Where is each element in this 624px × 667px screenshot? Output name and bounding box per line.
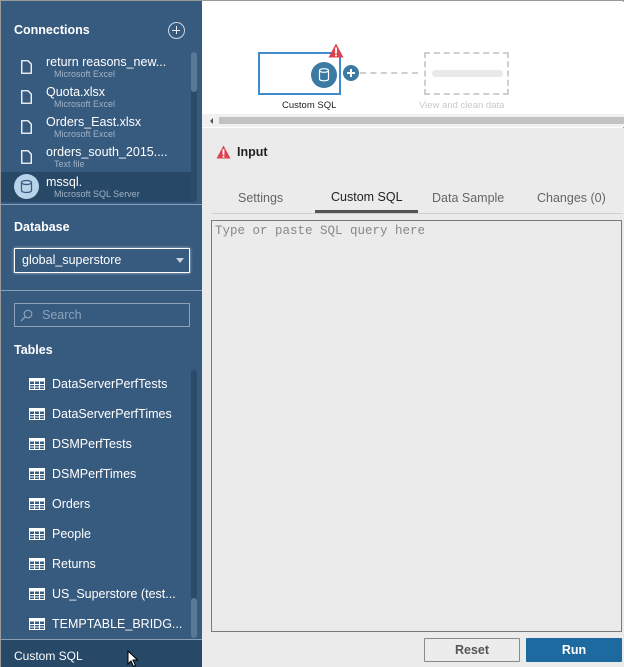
connection-name: return reasons_new...	[46, 55, 167, 69]
mouse-cursor-icon	[127, 650, 139, 667]
table-icon	[29, 408, 45, 420]
table-name: Orders	[52, 497, 91, 511]
placeholder-step-label: View and clean data	[419, 100, 505, 111]
placeholder-step	[424, 52, 509, 95]
node-connector	[360, 72, 418, 74]
divider	[1, 290, 202, 291]
flow-canvas[interactable]: Custom SQL View and clean data	[202, 2, 624, 115]
connection-type: Microsoft Excel	[54, 69, 116, 79]
table-item[interactable]: DataServerPerfTests	[1, 370, 191, 398]
sidebar: Connections return reasons_new... Micros…	[1, 1, 202, 667]
connection-item[interactable]: Orders_East.xlsx Microsoft Excel	[1, 112, 194, 142]
table-item[interactable]: Returns	[1, 550, 191, 578]
warning-icon	[328, 43, 344, 58]
custom-sql-item[interactable]: Custom SQL	[1, 639, 202, 667]
chevron-down-icon	[176, 258, 184, 263]
connection-item-selected[interactable]: mssql. Microsoft SQL Server	[1, 172, 194, 202]
flow-scrollbar-thumb[interactable]	[219, 117, 624, 124]
add-step-button[interactable]	[343, 65, 359, 81]
table-icon	[29, 438, 45, 450]
table-icon	[29, 618, 45, 630]
reset-button[interactable]: Reset	[424, 638, 520, 662]
tables-list: DataServerPerfTests DataServerPerfTimes …	[1, 370, 191, 638]
connection-name: mssql.	[46, 175, 83, 189]
table-name: Returns	[52, 557, 96, 571]
file-icon	[21, 60, 32, 74]
table-item[interactable]: US_Superstore (test...	[1, 580, 191, 608]
table-item[interactable]: DSMPerfTests	[1, 430, 191, 458]
database-select-value: global_superstore	[22, 253, 122, 267]
table-icon	[29, 468, 45, 480]
table-name: TEMPTABLE_BRIDG...	[52, 617, 183, 631]
table-icon	[29, 528, 45, 540]
file-icon	[21, 90, 32, 104]
tables-scrollbar-thumb[interactable]	[191, 598, 197, 638]
table-name: US_Superstore (test...	[52, 587, 176, 601]
table-name: DSMPerfTimes	[52, 467, 137, 481]
table-name: People	[52, 527, 91, 541]
table-name: DataServerPerfTimes	[52, 407, 172, 421]
table-item[interactable]: Orders	[1, 490, 191, 518]
database-select[interactable]: global_superstore	[14, 248, 190, 273]
panel-tabs: Settings Custom SQL Data Sample Changes …	[212, 184, 623, 214]
table-icon	[29, 498, 45, 510]
divider	[1, 204, 202, 205]
run-button[interactable]: Run	[526, 638, 622, 662]
connection-type: Microsoft Excel	[54, 129, 116, 139]
table-item[interactable]: TEMPTABLE_BRIDG...	[1, 610, 191, 638]
panel-title: Input	[237, 145, 268, 159]
node-label: Custom SQL	[282, 100, 337, 111]
search-icon	[20, 309, 33, 322]
connection-item[interactable]: orders_south_2015.... Text file	[1, 142, 194, 172]
connection-name: Quota.xlsx	[46, 85, 106, 99]
app-window: Connections return reasons_new... Micros…	[0, 0, 624, 667]
connections-heading: Connections	[14, 23, 90, 37]
table-name: DSMPerfTests	[52, 437, 132, 451]
database-heading: Database	[14, 220, 70, 234]
connection-type: Microsoft Excel	[54, 99, 116, 109]
database-icon	[311, 62, 337, 88]
flow-horizontal-scrollbar[interactable]	[202, 114, 624, 127]
scroll-left-icon[interactable]	[210, 118, 213, 124]
table-search[interactable]	[14, 303, 190, 327]
search-input[interactable]	[42, 307, 182, 323]
tables-heading: Tables	[14, 343, 53, 357]
tab-data-sample[interactable]: Data Sample	[432, 191, 504, 205]
table-icon	[29, 588, 45, 600]
custom-sql-label: Custom SQL	[14, 649, 83, 663]
file-icon	[21, 150, 32, 164]
placeholder-bar	[432, 70, 503, 77]
tab-settings[interactable]: Settings	[238, 191, 283, 205]
database-icon	[14, 174, 39, 199]
connection-item[interactable]: Quota.xlsx Microsoft Excel	[1, 82, 194, 112]
connection-type: Microsoft SQL Server	[54, 189, 140, 199]
table-item[interactable]: DataServerPerfTimes	[1, 400, 191, 428]
connections-scrollbar-thumb[interactable]	[191, 52, 197, 92]
table-item[interactable]: DSMPerfTimes	[1, 460, 191, 488]
sql-query-editor[interactable]	[211, 220, 622, 632]
table-name: DataServerPerfTests	[52, 377, 168, 391]
table-item[interactable]: People	[1, 520, 191, 548]
connections-list: return reasons_new... Microsoft Excel Qu…	[1, 52, 194, 202]
file-icon	[21, 120, 32, 134]
table-icon	[29, 558, 45, 570]
connection-type: Text file	[54, 159, 85, 169]
table-icon	[29, 378, 45, 390]
active-tab-indicator	[315, 210, 418, 213]
connection-name: orders_south_2015....	[46, 145, 168, 159]
tab-custom-sql[interactable]: Custom SQL	[331, 190, 403, 204]
input-panel: Input Settings Custom SQL Data Sample Ch…	[202, 128, 624, 667]
connection-name: Orders_East.xlsx	[46, 115, 142, 129]
add-connection-button[interactable]	[168, 22, 185, 39]
tab-changes[interactable]: Changes (0)	[537, 191, 606, 205]
connection-item[interactable]: return reasons_new... Microsoft Excel	[1, 52, 194, 82]
warning-icon	[216, 145, 231, 159]
